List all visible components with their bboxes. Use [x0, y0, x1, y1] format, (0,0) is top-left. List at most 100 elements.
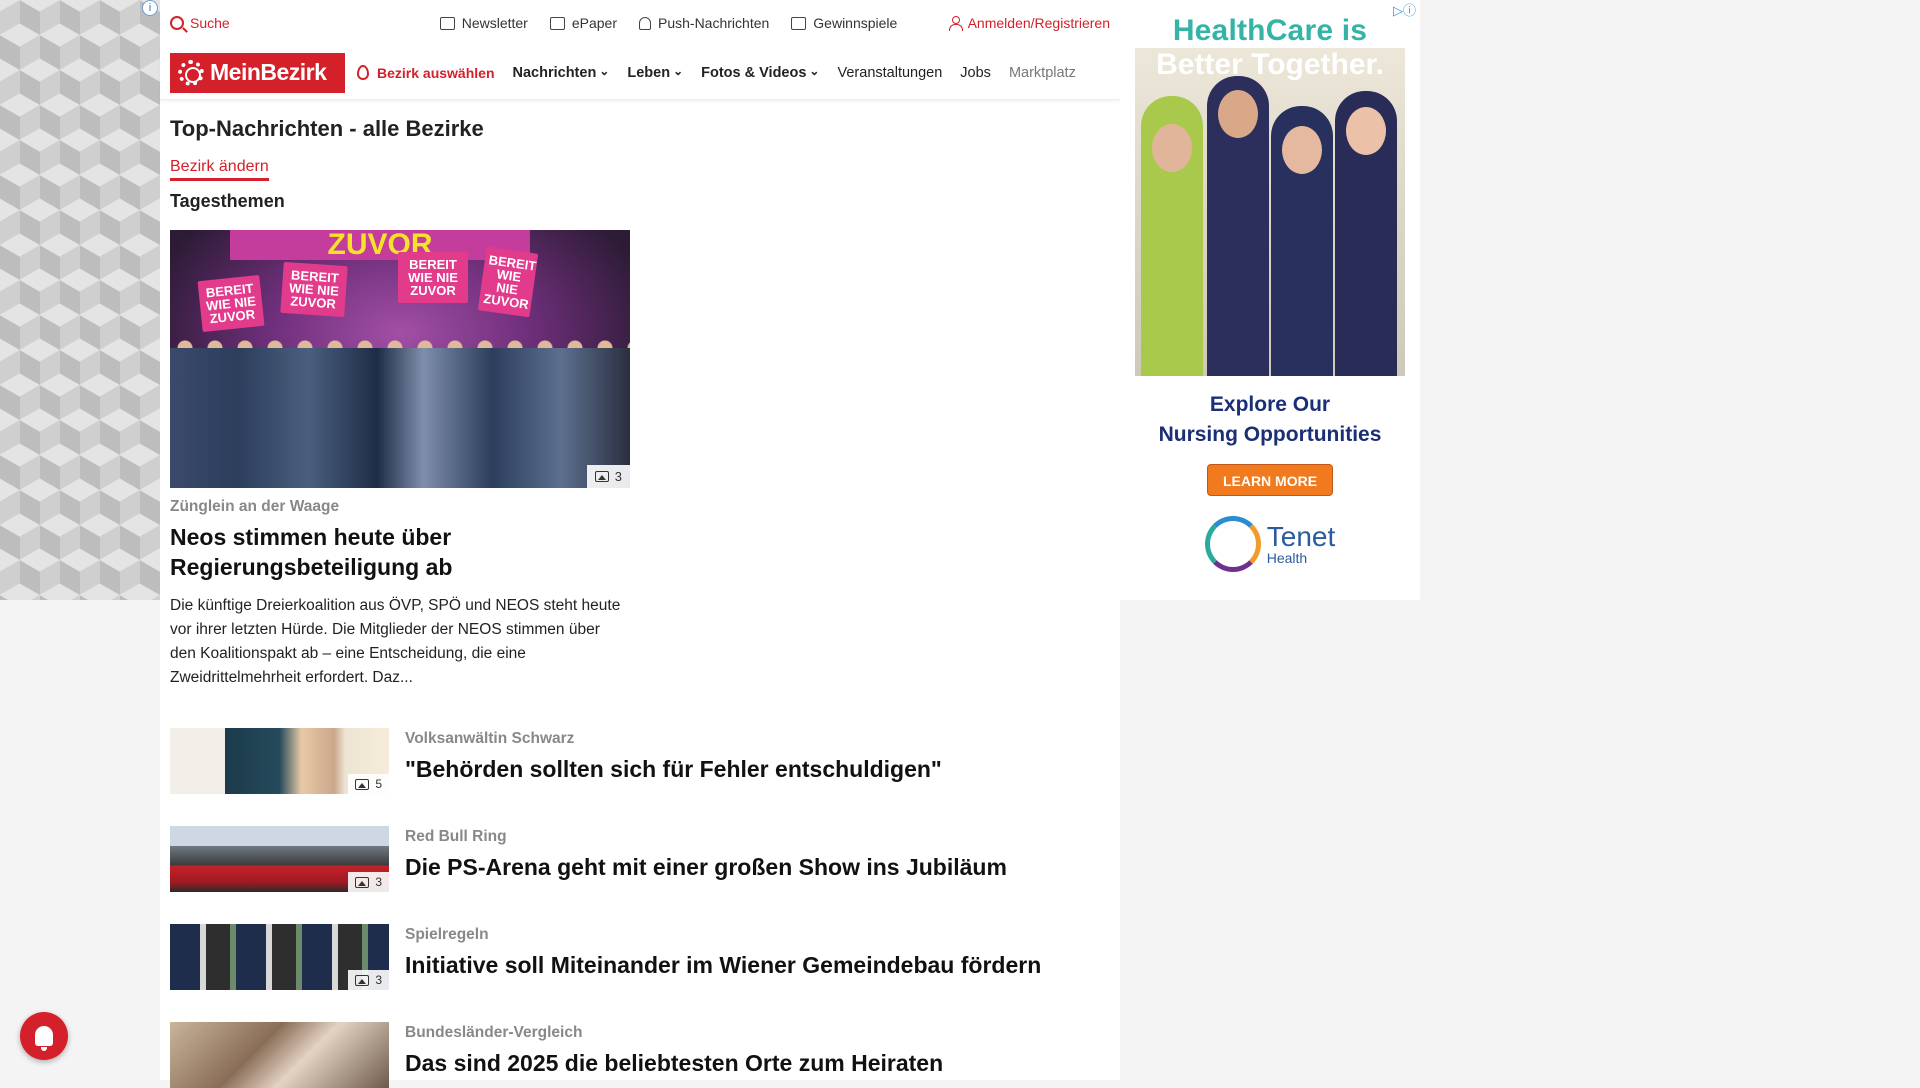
bezirk-label: Bezirk auswählen — [377, 64, 495, 81]
logo-sun-icon — [178, 59, 204, 86]
photo-count: 3 — [614, 469, 622, 484]
right-advertisement[interactable]: ▷ⓘ HealthCare is Better Together. Explor… — [1120, 0, 1420, 600]
protest-sign: BEREIT WIE NIE ZUVOR — [477, 246, 539, 318]
article-thumbnail[interactable]: 3 — [170, 826, 389, 892]
ad-headline: HealthCare is — [1120, 14, 1420, 48]
nurse-figure — [1207, 76, 1269, 376]
location-pin-icon — [357, 65, 369, 80]
nav-item-leben[interactable]: Leben — [627, 65, 683, 81]
newsletter-label: Newsletter — [461, 15, 528, 31]
photo-count-badge: 3 — [586, 465, 630, 488]
nav-item-jobs[interactable]: Jobs — [960, 65, 991, 81]
photo-count: 3 — [375, 875, 382, 889]
page-title: Top-Nachrichten - alle Bezirke — [170, 116, 484, 141]
ad-subheadline: Explore Our Nursing Opportunities — [1120, 390, 1420, 450]
main-navigation: MeinBezirk Bezirk auswählen Nachrichten … — [160, 46, 1120, 100]
nurse-figure — [1335, 91, 1397, 376]
learn-more-button[interactable]: LEARN MORE — [1207, 464, 1333, 496]
image-icon — [355, 876, 370, 888]
photo-count-badge: 3 — [348, 970, 389, 990]
epaper-icon — [549, 16, 565, 30]
top-utility-bar: Suche Newsletter ePaper Push-Nachrichten… — [160, 0, 1120, 46]
main-column: Suche Newsletter ePaper Push-Nachrichten… — [160, 0, 1120, 1088]
tenet-logo-icon — [1204, 516, 1261, 572]
ad-sub-line1: Explore Our — [1209, 393, 1331, 416]
left-ad-background — [0, 0, 160, 600]
article-thumbnail[interactable]: 3 — [170, 924, 389, 990]
list-item[interactable]: Bundesländer-Vergleich Das sind 2025 die… — [170, 1022, 1110, 1088]
lead-article[interactable]: ZUVOR BEREIT WIE NIE ZUVOR BEREIT WIE NI… — [170, 230, 630, 690]
article-kicker: Spielregeln — [405, 926, 489, 943]
lead-article-image[interactable]: ZUVOR BEREIT WIE NIE ZUVOR BEREIT WIE NI… — [170, 230, 630, 488]
article-kicker: Red Bull Ring — [405, 828, 507, 845]
nav-item-nachrichten[interactable]: Nachrichten — [513, 65, 610, 81]
ad-headline-line2: Better Together. — [1156, 48, 1384, 81]
article-headline[interactable]: "Behörden sollten sich für Fehler entsch… — [405, 756, 942, 783]
brand-sub: Health — [1266, 550, 1308, 566]
gewinnspiele-link[interactable]: Gewinnspiele — [791, 15, 897, 31]
ad-sub-line2: Nursing Opportunities — [1158, 423, 1382, 446]
nav-item-marktplatz[interactable]: Marktplatz — [1009, 65, 1076, 81]
image-icon — [355, 974, 370, 986]
search-button[interactable]: Suche — [170, 15, 230, 31]
content: Top-Nachrichten - alle Bezirke Bezirk än… — [160, 116, 1120, 1088]
protest-sign: BEREIT WIE NIE ZUVOR — [197, 274, 265, 333]
list-item[interactable]: 3 Spielregeln Initiative soll Miteinande… — [170, 924, 1110, 990]
article-headline[interactable]: Die PS-Arena geht mit einer großen Show … — [405, 854, 1007, 881]
ad-choices-icon[interactable]: ▷ⓘ — [1393, 0, 1416, 19]
login-label: Anmelden/Registrieren — [967, 15, 1110, 31]
search-icon — [170, 16, 184, 30]
protest-sign: BEREIT WIE NIE ZUVOR — [280, 261, 348, 318]
nav-items: Nachrichten Leben Fotos & Videos Veranst… — [513, 65, 1076, 81]
lead-headline[interactable]: Neos stimmen heute über Regierungsbeteil… — [170, 522, 630, 582]
article-list: 5 Volksanwältin Schwarz "Behörden sollte… — [170, 728, 1110, 1088]
article-thumbnail[interactable]: 5 — [170, 728, 389, 794]
image-icon — [355, 778, 370, 790]
brand-name: Tenet — [1266, 521, 1336, 552]
article-kicker: Bundesländer-Vergleich — [405, 1024, 583, 1041]
push-link[interactable]: Push-Nachrichten — [639, 15, 769, 31]
logo-text: MeinBezirk — [210, 59, 327, 85]
image-icon — [594, 471, 609, 482]
change-bezirk-link[interactable]: Bezirk ändern — [170, 158, 269, 181]
article-headline[interactable]: Initiative soll Miteinander im Wiener Ge… — [405, 952, 1041, 979]
user-icon — [948, 16, 963, 31]
photo-count: 3 — [375, 973, 382, 987]
nurse-figure — [1141, 96, 1203, 376]
notification-bell-button[interactable] — [20, 1012, 68, 1060]
photo-count-badge: 3 — [348, 872, 389, 892]
ad-brand: Tenet Health — [1120, 516, 1420, 572]
epaper-link[interactable]: ePaper — [549, 15, 617, 31]
newsletter-link[interactable]: Newsletter — [439, 15, 528, 31]
article-kicker: Volksanwältin Schwarz — [405, 730, 575, 747]
photo-count: 5 — [375, 777, 382, 791]
push-label: Push-Nachrichten — [658, 15, 770, 31]
section-title: Tagesthemen — [170, 191, 285, 211]
bell-icon — [639, 16, 651, 30]
nurse-figure — [1271, 106, 1333, 376]
bell-icon — [35, 1026, 53, 1051]
protest-sign: BEREIT WIE NIE ZUVOR — [398, 252, 468, 303]
list-item[interactable]: 5 Volksanwältin Schwarz "Behörden sollte… — [170, 728, 1110, 794]
login-link[interactable]: Anmelden/Registrieren — [948, 15, 1110, 31]
crowd — [170, 348, 630, 488]
epaper-label: ePaper — [571, 15, 617, 31]
utility-links: Newsletter ePaper Push-Nachrichten Gewin… — [439, 15, 897, 31]
nav-item-fotos-videos[interactable]: Fotos & Videos — [701, 65, 819, 81]
article-thumbnail[interactable] — [170, 1022, 389, 1088]
logo[interactable]: MeinBezirk — [170, 52, 345, 93]
article-headline[interactable]: Das sind 2025 die beliebtesten Orte zum … — [405, 1050, 943, 1077]
lead-kicker: Zünglein an der Waage — [170, 498, 340, 515]
ad-photo: Better Together. — [1135, 48, 1405, 376]
lead-teaser: Die künftige Dreierkoalition aus ÖVP, SP… — [170, 597, 621, 686]
search-label: Suche — [190, 15, 230, 31]
ad-headline-line1: HealthCare is — [1172, 14, 1368, 47]
bezirk-select-button[interactable]: Bezirk auswählen — [357, 65, 495, 81]
nav-item-veranstaltungen[interactable]: Veranstaltungen — [837, 65, 942, 81]
mail-icon — [439, 16, 455, 30]
gift-icon — [791, 16, 807, 30]
ad-info-icon[interactable]: i — [142, 0, 158, 16]
list-item[interactable]: 3 Red Bull Ring Die PS-Arena geht mit ei… — [170, 826, 1110, 892]
photo-count-badge: 5 — [348, 774, 389, 794]
gewinnspiele-label: Gewinnspiele — [813, 15, 898, 31]
